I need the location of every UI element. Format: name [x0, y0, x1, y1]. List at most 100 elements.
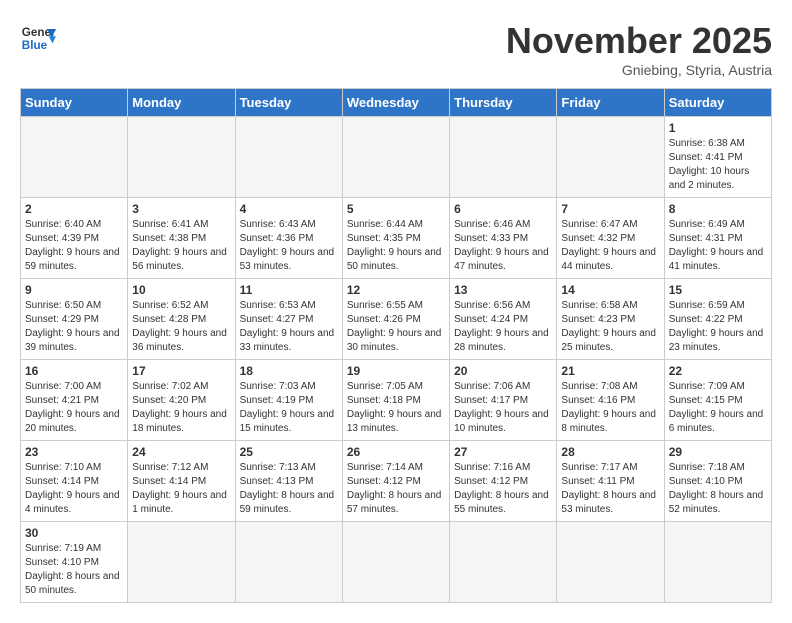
- calendar-cell: 7 Sunrise: 6:47 AM Sunset: 4:32 PM Daylig…: [557, 198, 664, 279]
- calendar-cell: 16Sunrise: 7:00 AM Sunset: 4:21 PM Dayli…: [21, 360, 128, 441]
- calendar-cell: 22 Sunrise: 7:09 AM Sunset: 4:15 PM Dayli…: [664, 360, 771, 441]
- day-info: Sunrise: 6:56 AM Sunset: 4:24 PM Dayligh…: [454, 299, 552, 355]
- day-number: 5: [347, 202, 445, 216]
- calendar-cell: 17Sunrise: 7:02 AM Sunset: 4:20 PM Dayli…: [128, 360, 235, 441]
- calendar-week-1: 2Sunrise: 6:40 AM Sunset: 4:39 PM Daylig…: [21, 198, 772, 279]
- weekday-header-friday: Friday: [557, 89, 664, 117]
- calendar-cell: [128, 117, 235, 198]
- calendar-cell: 28 Sunrise: 7:17 AM Sunset: 4:11 PM Dayli…: [557, 441, 664, 522]
- day-number: 7: [561, 202, 659, 216]
- day-info: Sunrise: 7:16 AM Sunset: 4:12 PM Dayligh…: [454, 461, 552, 517]
- day-info: Sunrise: 7:17 AM Sunset: 4:11 PM Dayligh…: [561, 461, 659, 517]
- day-number: 11: [240, 283, 338, 297]
- calendar-cell: 13 Sunrise: 6:56 AM Sunset: 4:24 PM Dayli…: [450, 279, 557, 360]
- day-number: 13: [454, 283, 552, 297]
- day-info: Sunrise: 6:47 AM Sunset: 4:32 PM Dayligh…: [561, 218, 659, 274]
- day-info: Sunrise: 7:03 AM Sunset: 4:19 PM Dayligh…: [240, 380, 338, 436]
- day-number: 19: [347, 364, 445, 378]
- calendar-cell: 29 Sunrise: 7:18 AM Sunset: 4:10 PM Dayli…: [664, 441, 771, 522]
- day-number: 28: [561, 445, 659, 459]
- day-number: 26: [347, 445, 445, 459]
- day-info: Sunrise: 6:58 AM Sunset: 4:23 PM Dayligh…: [561, 299, 659, 355]
- calendar-cell: [557, 117, 664, 198]
- calendar-cell: 14 Sunrise: 6:58 AM Sunset: 4:23 PM Dayli…: [557, 279, 664, 360]
- day-info: Sunrise: 6:43 AM Sunset: 4:36 PM Dayligh…: [240, 218, 338, 274]
- logo: General Blue: [20, 20, 56, 56]
- page-header: General Blue November 2025 Gniebing, Sty…: [20, 20, 772, 78]
- day-number: 22: [669, 364, 767, 378]
- weekday-header-sunday: Sunday: [21, 89, 128, 117]
- calendar-week-2: 9 Sunrise: 6:50 AM Sunset: 4:29 PM Daylig…: [21, 279, 772, 360]
- day-number: 17: [132, 364, 230, 378]
- calendar-week-5: 30Sunrise: 7:19 AM Sunset: 4:10 PM Dayli…: [21, 522, 772, 603]
- calendar-cell: [450, 522, 557, 603]
- calendar-cell: [450, 117, 557, 198]
- calendar-cell: 1 Sunrise: 6:38 AM Sunset: 4:41 PM Daylig…: [664, 117, 771, 198]
- calendar-table: SundayMondayTuesdayWednesdayThursdayFrid…: [20, 88, 772, 603]
- day-info: Sunrise: 7:12 AM Sunset: 4:14 PM Dayligh…: [132, 461, 230, 517]
- calendar-cell: 30Sunrise: 7:19 AM Sunset: 4:10 PM Dayli…: [21, 522, 128, 603]
- calendar-cell: 8 Sunrise: 6:49 AM Sunset: 4:31 PM Daylig…: [664, 198, 771, 279]
- calendar-cell: 21Sunrise: 7:08 AM Sunset: 4:16 PM Dayli…: [557, 360, 664, 441]
- day-info: Sunrise: 6:38 AM Sunset: 4:41 PM Dayligh…: [669, 137, 767, 193]
- calendar-cell: 4Sunrise: 6:43 AM Sunset: 4:36 PM Daylig…: [235, 198, 342, 279]
- day-info: Sunrise: 6:55 AM Sunset: 4:26 PM Dayligh…: [347, 299, 445, 355]
- calendar-week-0: 1 Sunrise: 6:38 AM Sunset: 4:41 PM Daylig…: [21, 117, 772, 198]
- calendar-cell: [21, 117, 128, 198]
- day-info: Sunrise: 7:09 AM Sunset: 4:15 PM Dayligh…: [669, 380, 767, 436]
- day-info: Sunrise: 6:41 AM Sunset: 4:38 PM Dayligh…: [132, 218, 230, 274]
- location-subtitle: Gniebing, Styria, Austria: [506, 62, 772, 78]
- title-block: November 2025 Gniebing, Styria, Austria: [506, 20, 772, 78]
- calendar-cell: 25Sunrise: 7:13 AM Sunset: 4:13 PM Dayli…: [235, 441, 342, 522]
- day-number: 16: [25, 364, 123, 378]
- day-number: 10: [132, 283, 230, 297]
- calendar-cell: 19 Sunrise: 7:05 AM Sunset: 4:18 PM Dayli…: [342, 360, 449, 441]
- day-number: 18: [240, 364, 338, 378]
- calendar-cell: 2Sunrise: 6:40 AM Sunset: 4:39 PM Daylig…: [21, 198, 128, 279]
- day-number: 9: [25, 283, 123, 297]
- day-info: Sunrise: 6:40 AM Sunset: 4:39 PM Dayligh…: [25, 218, 123, 274]
- day-number: 8: [669, 202, 767, 216]
- day-info: Sunrise: 7:10 AM Sunset: 4:14 PM Dayligh…: [25, 461, 123, 517]
- day-number: 23: [25, 445, 123, 459]
- logo-icon: General Blue: [20, 20, 56, 56]
- day-info: Sunrise: 6:59 AM Sunset: 4:22 PM Dayligh…: [669, 299, 767, 355]
- day-info: Sunrise: 6:50 AM Sunset: 4:29 PM Dayligh…: [25, 299, 123, 355]
- weekday-header-tuesday: Tuesday: [235, 89, 342, 117]
- day-number: 6: [454, 202, 552, 216]
- day-info: Sunrise: 7:14 AM Sunset: 4:12 PM Dayligh…: [347, 461, 445, 517]
- day-number: 20: [454, 364, 552, 378]
- day-number: 1: [669, 121, 767, 135]
- weekday-header-row: SundayMondayTuesdayWednesdayThursdayFrid…: [21, 89, 772, 117]
- day-info: Sunrise: 7:05 AM Sunset: 4:18 PM Dayligh…: [347, 380, 445, 436]
- day-number: 14: [561, 283, 659, 297]
- day-info: Sunrise: 7:18 AM Sunset: 4:10 PM Dayligh…: [669, 461, 767, 517]
- calendar-cell: 24 Sunrise: 7:12 AM Sunset: 4:14 PM Dayli…: [128, 441, 235, 522]
- calendar-cell: 10Sunrise: 6:52 AM Sunset: 4:28 PM Dayli…: [128, 279, 235, 360]
- calendar-cell: [342, 117, 449, 198]
- calendar-cell: 18 Sunrise: 7:03 AM Sunset: 4:19 PM Dayli…: [235, 360, 342, 441]
- day-info: Sunrise: 7:13 AM Sunset: 4:13 PM Dayligh…: [240, 461, 338, 517]
- day-info: Sunrise: 6:49 AM Sunset: 4:31 PM Dayligh…: [669, 218, 767, 274]
- svg-text:Blue: Blue: [22, 39, 48, 52]
- day-number: 15: [669, 283, 767, 297]
- calendar-cell: [557, 522, 664, 603]
- day-info: Sunrise: 6:44 AM Sunset: 4:35 PM Dayligh…: [347, 218, 445, 274]
- calendar-cell: 15 Sunrise: 6:59 AM Sunset: 4:22 PM Dayli…: [664, 279, 771, 360]
- day-info: Sunrise: 7:06 AM Sunset: 4:17 PM Dayligh…: [454, 380, 552, 436]
- day-number: 27: [454, 445, 552, 459]
- day-number: 29: [669, 445, 767, 459]
- weekday-header-thursday: Thursday: [450, 89, 557, 117]
- day-number: 21: [561, 364, 659, 378]
- day-number: 30: [25, 526, 123, 540]
- day-info: Sunrise: 6:46 AM Sunset: 4:33 PM Dayligh…: [454, 218, 552, 274]
- calendar-cell: [128, 522, 235, 603]
- month-title: November 2025: [506, 20, 772, 62]
- calendar-cell: 20 Sunrise: 7:06 AM Sunset: 4:17 PM Dayli…: [450, 360, 557, 441]
- weekday-header-saturday: Saturday: [664, 89, 771, 117]
- calendar-cell: 9 Sunrise: 6:50 AM Sunset: 4:29 PM Daylig…: [21, 279, 128, 360]
- calendar-cell: [235, 117, 342, 198]
- calendar-cell: [235, 522, 342, 603]
- day-number: 3: [132, 202, 230, 216]
- day-number: 24: [132, 445, 230, 459]
